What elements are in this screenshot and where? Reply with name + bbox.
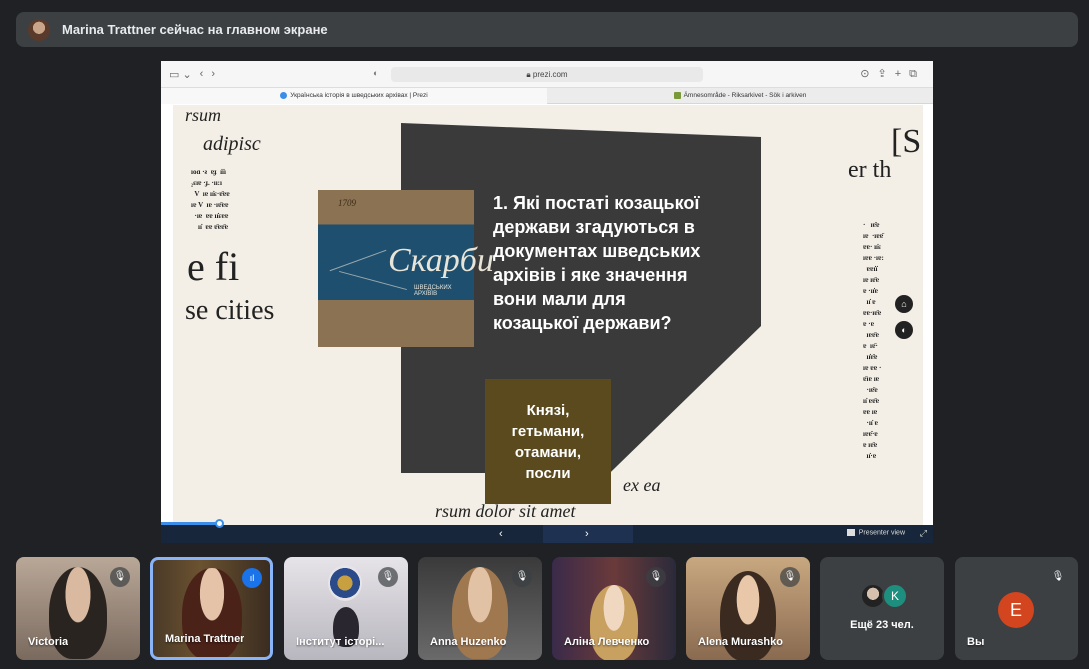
next-slide-icon[interactable]: › <box>585 528 589 540</box>
participant-name: Victoria <box>28 636 69 648</box>
progress-knob[interactable] <box>214 519 224 528</box>
bg-word: er th <box>848 157 892 183</box>
slide-question: 1. Які постаті козацької держави згадуют… <box>493 193 701 333</box>
riksarkivet-favicon-icon <box>673 91 681 99</box>
bg-word: ex ea <box>623 475 661 495</box>
book-decor-line <box>329 249 387 272</box>
self-tile[interactable]: E 🎙︎ Вы <box>955 557 1078 660</box>
tab-prezi[interactable]: Українська історія в шведських архівах |… <box>161 88 547 104</box>
bg-word: adipisc <box>203 133 261 155</box>
bg-word: se cities <box>185 295 275 326</box>
bg-word: rsum dolor sit amet <box>435 501 576 521</box>
banner-text: Marina Trattner сейчас на главном экране <box>62 22 328 37</box>
prezi-side-controls: ⌂ ◐ <box>895 295 913 339</box>
tab-bar: Українська історія в шведських архівах |… <box>161 88 933 104</box>
institute-emblem-icon <box>328 565 362 601</box>
bg-document-text: ıoɑ ·ƨ ɐɟ ı̇ı̇ı ₂ɛıɐ ·ɟ. ·ıı:ı V ıɐ ıı̇ɛ… <box>191 168 230 231</box>
forward-icon[interactable]: › <box>211 68 215 80</box>
participant-tile[interactable]: 🎙︎ Anna Huzenko <box>418 557 542 660</box>
participant-name: Alena Murashko <box>698 636 783 648</box>
tab-label: Ämnesområde - Riksarkivet - Sök i arkive… <box>683 92 807 99</box>
self-avatar: E <box>998 592 1034 628</box>
participant-video <box>590 585 638 660</box>
mic-off-icon: 🎙︎ <box>1048 567 1068 587</box>
fullscreen-icon[interactable]: ⤢ <box>920 528 927 539</box>
presenter-icon <box>846 529 855 536</box>
bg-word: rsum <box>185 105 222 125</box>
home-icon[interactable]: ⌂ <box>895 295 913 313</box>
self-name: Вы <box>967 636 985 648</box>
participant-tile[interactable]: 🎙︎ Аліна Левченко <box>552 557 676 660</box>
participant-name: Anna Huzenko <box>430 636 507 648</box>
book-title: Скарби <box>388 242 494 279</box>
participant-tile[interactable]: 🎙︎ Alena Murashko <box>686 557 810 660</box>
participant-tile[interactable]: 🎙︎ Інститут історі... <box>284 557 408 660</box>
slide-answer: Князі, гетьмани, отамани, посли <box>485 379 611 504</box>
shield-icon: ◐ <box>373 68 379 78</box>
back-icon[interactable]: ‹ <box>200 68 204 80</box>
browser-toolbar: ▭ ⌄ ‹ › ◐ 🔒︎ prezi.com ⊙⇪+⧉ <box>161 61 933 88</box>
mic-off-icon: 🎙︎ <box>780 567 800 587</box>
zoom-icon[interactable]: ◐ <box>895 321 913 339</box>
tab-label: Українська історія в шведських архівах |… <box>290 92 428 99</box>
mic-off-icon: 🎙︎ <box>512 567 532 587</box>
book-year: 1709 <box>338 198 356 208</box>
prezi-player-bar: ‹ › Presenter view ⤢ <box>161 519 933 543</box>
book-cover-image: 1709 Скарби ШВЕДСЬКИХ АРХІВІВ <box>318 190 494 347</box>
address-bar[interactable]: 🔒︎ prezi.com <box>391 67 703 82</box>
sidebar-icon[interactable]: ▭ ⌄ <box>169 68 192 81</box>
toolbar-actions-icon[interactable]: ⊙⇪+⧉ <box>860 67 925 81</box>
bg-word: e fi <box>187 244 240 289</box>
mic-off-icon: 🎙︎ <box>646 567 666 587</box>
participant-name: Аліна Левченко <box>564 636 650 648</box>
participant-name: Інститут історі... <box>296 636 385 648</box>
participant-tile-active[interactable]: ıl Marina Trattner <box>150 557 273 660</box>
bg-document-text: · ıɐ̈ɐ ıɐ ·ıɐɐ̈ ɐɐ· ıı̇ɛ ıɐɐ ·ıɐ: ɐɐı̇ı̇… <box>863 221 884 460</box>
more-participants-label: Ещё 23 чел. <box>850 619 914 631</box>
mic-off-icon: 🎙︎ <box>378 567 398 587</box>
participant-name: Marina Trattner <box>165 633 245 645</box>
progress-bar[interactable] <box>161 522 219 525</box>
more-avatars: K <box>860 583 908 609</box>
book-subtitle: ШВЕДСЬКИХ АРХІВІВ <box>414 285 452 297</box>
prezi-favicon-icon <box>280 91 288 99</box>
presenter-label: Presenter view <box>858 529 905 537</box>
presenting-banner: Marina Trattner сейчас на главном экране <box>16 12 1078 47</box>
url-text: prezi.com <box>532 70 568 79</box>
participant-avatar-letter: K <box>882 583 908 609</box>
presenter-view-button[interactable]: Presenter view <box>846 529 905 537</box>
presenter-avatar <box>28 18 50 41</box>
tab-riksarkivet[interactable]: Ämnesområde - Riksarkivet - Sök i arkive… <box>547 88 933 104</box>
shared-screen: ▭ ⌄ ‹ › ◐ 🔒︎ prezi.com ⊙⇪+⧉ Українська і… <box>161 61 933 543</box>
participant-video <box>181 568 242 657</box>
bg-word: [S <box>891 123 922 160</box>
mic-off-icon: 🎙︎ <box>110 567 130 587</box>
prezi-slide: rsum adipisc ıoɑ ·ƨ ɐɟ ı̇ı̇ı ₂ɛıɐ ·ɟ. ·ı… <box>173 105 923 525</box>
more-participants-tile[interactable]: K Ещё 23 чел. <box>820 557 944 660</box>
participant-tile[interactable]: 🎙︎ Victoria <box>16 557 140 660</box>
prev-slide-icon[interactable]: ‹ <box>499 528 503 540</box>
speaking-indicator-icon: ıl <box>242 568 262 588</box>
